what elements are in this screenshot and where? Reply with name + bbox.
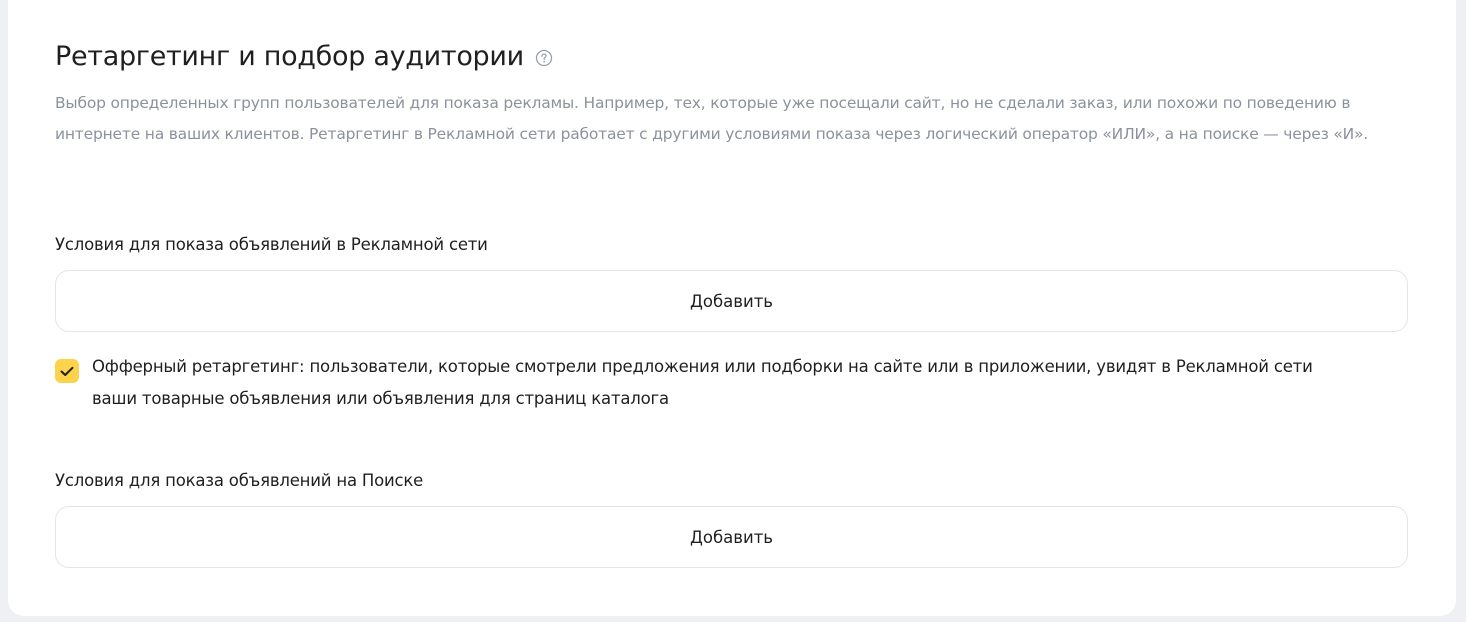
add-network-condition-button[interactable]: Добавить bbox=[55, 270, 1408, 332]
section-description: Выбор определенных групп пользователей д… bbox=[55, 94, 1369, 143]
question-circle-icon[interactable] bbox=[535, 49, 553, 67]
offer-retargeting-checkbox[interactable] bbox=[55, 359, 79, 383]
search-conditions-label: Условия для показа объявлений на Поиске bbox=[55, 471, 424, 490]
add-search-condition-button[interactable]: Добавить bbox=[55, 506, 1408, 568]
section-title: Ретаргетинг и подбор аудитории bbox=[55, 41, 524, 72]
title-row: Ретаргетинг и подбор аудитории bbox=[55, 39, 553, 75]
offer-retargeting-option: Офферный ретаргетинг: пользователи, кото… bbox=[55, 357, 1352, 415]
check-icon bbox=[60, 366, 74, 376]
offer-retargeting-label[interactable]: Офферный ретаргетинг: пользователи, кото… bbox=[92, 351, 1352, 415]
network-conditions-label: Условия для показа объявлений в Рекламно… bbox=[55, 235, 488, 254]
retargeting-card: Ретаргетинг и подбор аудитории Выбор опр… bbox=[8, 0, 1456, 616]
